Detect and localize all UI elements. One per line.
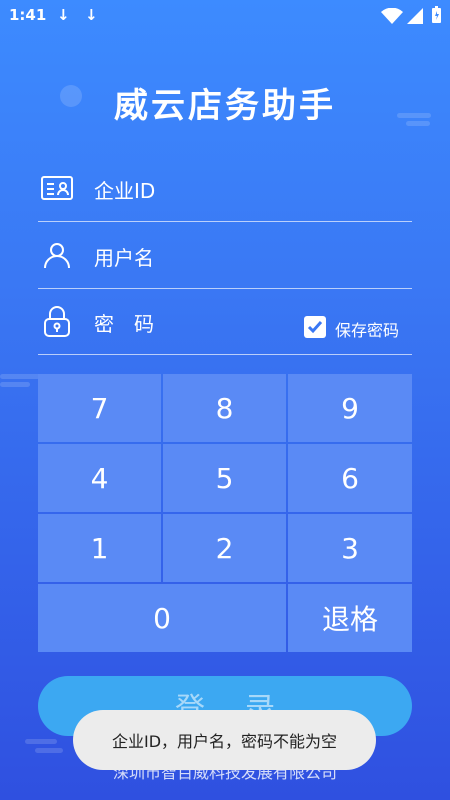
id-card-icon — [41, 176, 73, 200]
key-1[interactable]: 1 — [38, 514, 161, 582]
key-6[interactable]: 6 — [288, 444, 412, 512]
status-time: 1:41 — [9, 6, 47, 24]
app-title: 威云店务助手 — [114, 86, 336, 126]
password-placeholder: 密 码 — [94, 312, 154, 336]
key-4[interactable]: 4 — [38, 444, 161, 512]
enterprise-id-placeholder: 企业ID — [94, 179, 156, 203]
key-2[interactable]: 2 — [163, 514, 286, 582]
enterprise-id-field[interactable]: 企业ID — [38, 155, 412, 222]
decorative-cloud — [35, 748, 63, 753]
backspace-key[interactable]: 退格 — [288, 584, 412, 652]
key-7[interactable]: 7 — [38, 374, 161, 442]
user-icon — [44, 243, 70, 269]
username-field[interactable]: 用户名 — [38, 222, 412, 289]
decorative-cloud — [25, 739, 57, 744]
toast-message: 企业ID，用户名，密码不能为空 — [73, 710, 376, 770]
signal-icon — [407, 8, 423, 24]
numeric-keypad: 7 8 9 4 5 6 1 2 3 0 退格 — [38, 374, 412, 652]
password-field[interactable]: 密 码 保存密码 — [38, 288, 412, 355]
key-8[interactable]: 8 — [163, 374, 286, 442]
key-3[interactable]: 3 — [288, 514, 412, 582]
lock-icon — [44, 306, 70, 337]
key-0[interactable]: 0 — [38, 584, 286, 652]
checkmark-icon — [307, 321, 323, 334]
decorative-cloud — [0, 374, 40, 379]
decorative-cloud — [0, 382, 30, 387]
key-9[interactable]: 9 — [288, 374, 412, 442]
save-password-checkbox[interactable] — [304, 316, 326, 338]
battery-icon — [432, 6, 441, 23]
username-placeholder: 用户名 — [94, 246, 154, 270]
save-password-label: 保存密码 — [335, 321, 400, 340]
status-bar: 1:41 ↓ ↓ — [0, 0, 450, 32]
download-icon: ↓ — [57, 6, 70, 24]
download-icon: ↓ — [85, 6, 98, 24]
key-5[interactable]: 5 — [163, 444, 286, 512]
wifi-icon — [381, 8, 403, 24]
